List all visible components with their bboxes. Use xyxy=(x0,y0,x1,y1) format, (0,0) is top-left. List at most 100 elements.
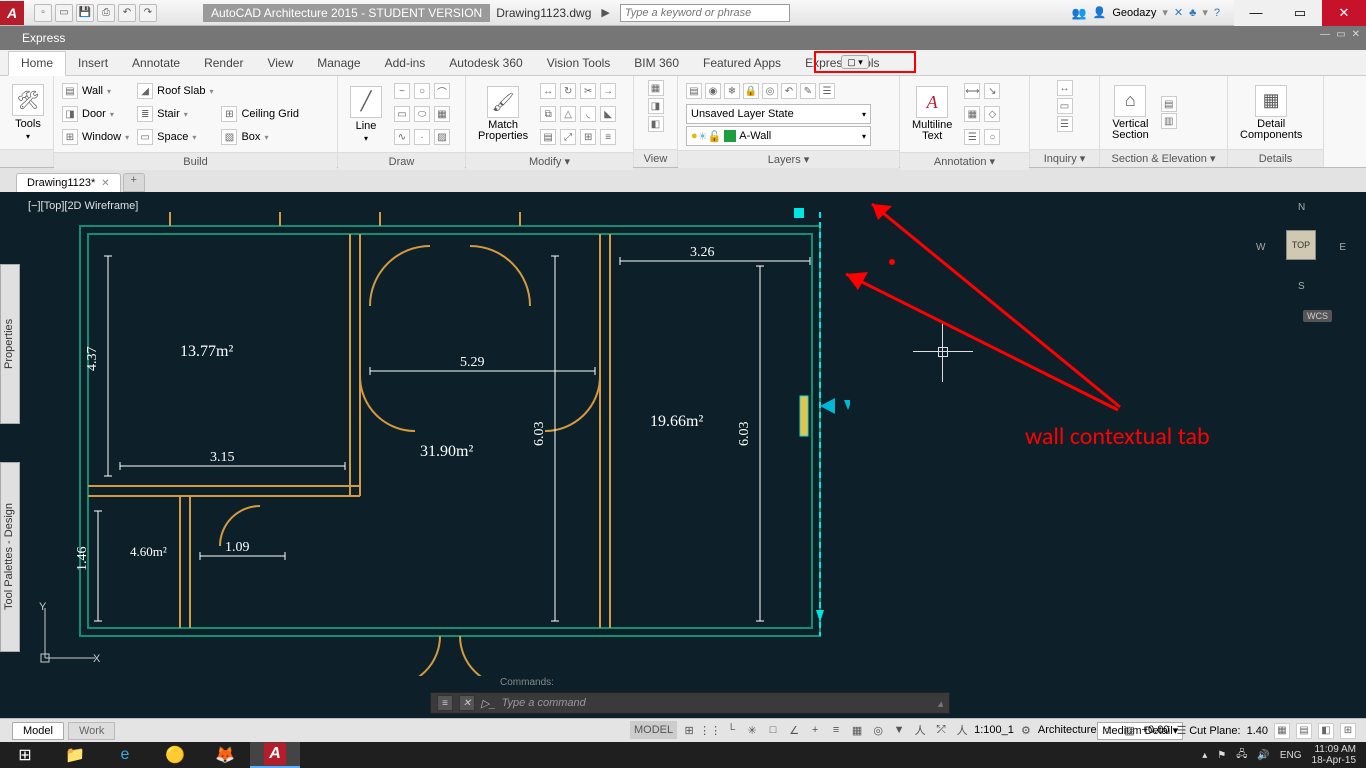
drawing-canvas[interactable]: Properties Tool Palettes - Design [−][To… xyxy=(0,192,1366,718)
tray-lang[interactable]: ENG xyxy=(1280,750,1302,761)
tools-button[interactable]: 🛠Tools▾ xyxy=(8,82,48,143)
workspace-value[interactable]: Architecture xyxy=(1038,724,1097,736)
elev-icon[interactable]: ▤ xyxy=(1161,96,1177,112)
arc-icon[interactable]: ⌒ xyxy=(434,83,450,99)
rotate-icon[interactable]: ↻ xyxy=(560,83,576,99)
firefox-icon[interactable]: 🦊 xyxy=(200,742,250,768)
model-space-tab[interactable]: Model xyxy=(12,722,64,740)
layer-off-icon[interactable]: ◉ xyxy=(705,83,721,99)
view-iso-icon[interactable]: ◨ xyxy=(648,98,664,114)
chamfer-icon[interactable]: ◣ xyxy=(600,106,616,122)
line-button[interactable]: ╱Line▾ xyxy=(346,84,386,145)
keynote-icon[interactable]: ☰ xyxy=(964,129,980,145)
rect-icon[interactable]: ▭ xyxy=(394,106,410,122)
elevation-icon[interactable]: ± xyxy=(1100,721,1118,739)
door-button[interactable]: ◨Door ▾ xyxy=(62,103,129,125)
a360-icon[interactable]: ♣ xyxy=(1189,7,1196,19)
cutplane-value[interactable]: 1.40 xyxy=(1247,725,1268,737)
customize-icon[interactable]: ☰ xyxy=(1172,721,1190,739)
layer-props-icon[interactable]: ▤ xyxy=(686,83,702,99)
ie-icon[interactable]: e xyxy=(100,742,150,768)
vsection-button[interactable]: ⌂Vertical Section xyxy=(1108,83,1153,143)
open-icon[interactable]: ▭ xyxy=(55,4,73,22)
new-tab-button[interactable]: + xyxy=(123,173,145,192)
space-button[interactable]: ▭Space ▾ xyxy=(137,126,213,148)
tray-network-icon[interactable]: 🖧 xyxy=(1236,747,1247,764)
elevation-value[interactable]: +0.00 xyxy=(1142,724,1170,736)
doc-close-icon[interactable]: ✕ xyxy=(1352,29,1360,40)
express-menu[interactable]: Express xyxy=(22,31,65,45)
array-icon[interactable]: ⊞ xyxy=(580,129,596,145)
osnap-toggle[interactable]: □ xyxy=(764,721,782,739)
cycling-toggle[interactable]: ◎ xyxy=(869,721,887,739)
view-top-icon[interactable]: ▦ xyxy=(648,80,664,96)
fillmode-icon[interactable]: ▨ xyxy=(1121,721,1139,739)
layer-freeze-icon[interactable]: ❄ xyxy=(724,83,740,99)
3dosnap-toggle[interactable]: ▼ xyxy=(890,721,908,739)
spline-icon[interactable]: ∿ xyxy=(394,129,410,145)
mirror-icon[interactable]: △ xyxy=(560,106,576,122)
region-icon[interactable]: ▨ xyxy=(434,129,450,145)
circle-icon[interactable]: ○ xyxy=(414,83,430,99)
app-logo[interactable]: A xyxy=(0,1,24,25)
infocenter-icon[interactable]: 👥 xyxy=(1072,6,1087,20)
tab-render[interactable]: Render xyxy=(192,52,255,75)
username[interactable]: Geodazy xyxy=(1112,7,1156,19)
ortho-toggle[interactable]: └ xyxy=(722,721,740,739)
layer-match-icon[interactable]: ✎ xyxy=(800,83,816,99)
close-tab-icon[interactable]: ✕ xyxy=(101,178,109,189)
layer-iso-icon[interactable]: ◎ xyxy=(762,83,778,99)
cmd-recent-icon[interactable]: ≡ xyxy=(437,695,453,711)
tab-annotate[interactable]: Annotate xyxy=(120,52,192,75)
unit-icon[interactable]: ⊞ xyxy=(1340,723,1356,739)
doc-min-icon[interactable]: — xyxy=(1320,29,1330,40)
scale-label[interactable]: 人 xyxy=(953,721,971,739)
doc-restore-icon[interactable]: ▭ xyxy=(1336,29,1345,40)
modelspace-button[interactable]: MODEL xyxy=(630,721,677,739)
drawing-tab[interactable]: Drawing1123*✕ xyxy=(16,173,121,192)
tray-volume-icon[interactable]: 🔊 xyxy=(1257,750,1269,761)
extend-icon[interactable]: → xyxy=(600,83,616,99)
replace-z-icon[interactable]: ◧ xyxy=(1318,723,1334,739)
layerkey-icon[interactable]: ▤ xyxy=(1296,723,1312,739)
snap-toggle[interactable]: ⋮⋮ xyxy=(701,721,719,739)
tray-up-icon[interactable]: ▴ xyxy=(1202,750,1207,761)
help-icon[interactable]: ? xyxy=(1214,7,1220,19)
scale-icon[interactable]: ⤢ xyxy=(560,129,576,145)
tag-icon[interactable]: ◇ xyxy=(984,106,1000,122)
annoscale-icon[interactable]: ⤱ xyxy=(932,721,950,739)
copy-icon[interactable]: ⧉ xyxy=(540,106,556,122)
tab-insert[interactable]: Insert xyxy=(66,52,120,75)
chrome-icon[interactable]: 🟡 xyxy=(150,742,200,768)
tray-flag-icon[interactable]: ⚑ xyxy=(1217,750,1226,761)
revision-icon[interactable]: ○ xyxy=(984,129,1000,145)
offset-icon[interactable]: ≡ xyxy=(600,129,616,145)
start-button[interactable]: ⊞ xyxy=(0,742,50,768)
tab-addins[interactable]: Add-ins xyxy=(373,52,438,75)
command-line[interactable]: ≡ ✕ ▷_ Type a command ▴ xyxy=(430,692,950,714)
point-icon[interactable]: · xyxy=(414,129,430,145)
title-arrow-icon[interactable]: ▶ xyxy=(597,6,613,19)
surfacehatch-icon[interactable]: ▦ xyxy=(1274,723,1290,739)
new-icon[interactable]: ▫ xyxy=(34,4,52,22)
otrack-toggle[interactable]: ∠ xyxy=(785,721,803,739)
list-icon[interactable]: ☰ xyxy=(1057,116,1073,132)
hatch-icon[interactable]: ▦ xyxy=(434,106,450,122)
tab-autodesk360[interactable]: Autodesk 360 xyxy=(437,52,534,75)
matchprops-button[interactable]: 🖌Match Properties xyxy=(474,84,532,144)
layer-walk-icon[interactable]: ☰ xyxy=(819,83,835,99)
layer-prev-icon[interactable]: ↶ xyxy=(781,83,797,99)
annoscale-toggle[interactable]: 人 xyxy=(911,721,929,739)
print-icon[interactable]: ⎙ xyxy=(97,4,115,22)
work-layout-tab[interactable]: Work xyxy=(68,722,115,740)
dyninput-toggle[interactable]: + xyxy=(806,721,824,739)
explorer-icon[interactable]: 📁 xyxy=(50,742,100,768)
exchange-icon[interactable]: ✕ xyxy=(1174,6,1183,19)
layer-current-dropdown[interactable]: ● ☀ 🔓 A-Wall▾ xyxy=(686,126,871,146)
polar-toggle[interactable]: ✳ xyxy=(743,721,761,739)
mtext-button[interactable]: AMultiline Text xyxy=(908,84,956,144)
autocad-taskbar-icon[interactable]: A xyxy=(250,742,300,768)
minimize-button[interactable]: — xyxy=(1234,0,1278,26)
ucs-icon[interactable]: X Y xyxy=(35,600,105,670)
user-icon[interactable]: 👤 xyxy=(1093,6,1107,19)
